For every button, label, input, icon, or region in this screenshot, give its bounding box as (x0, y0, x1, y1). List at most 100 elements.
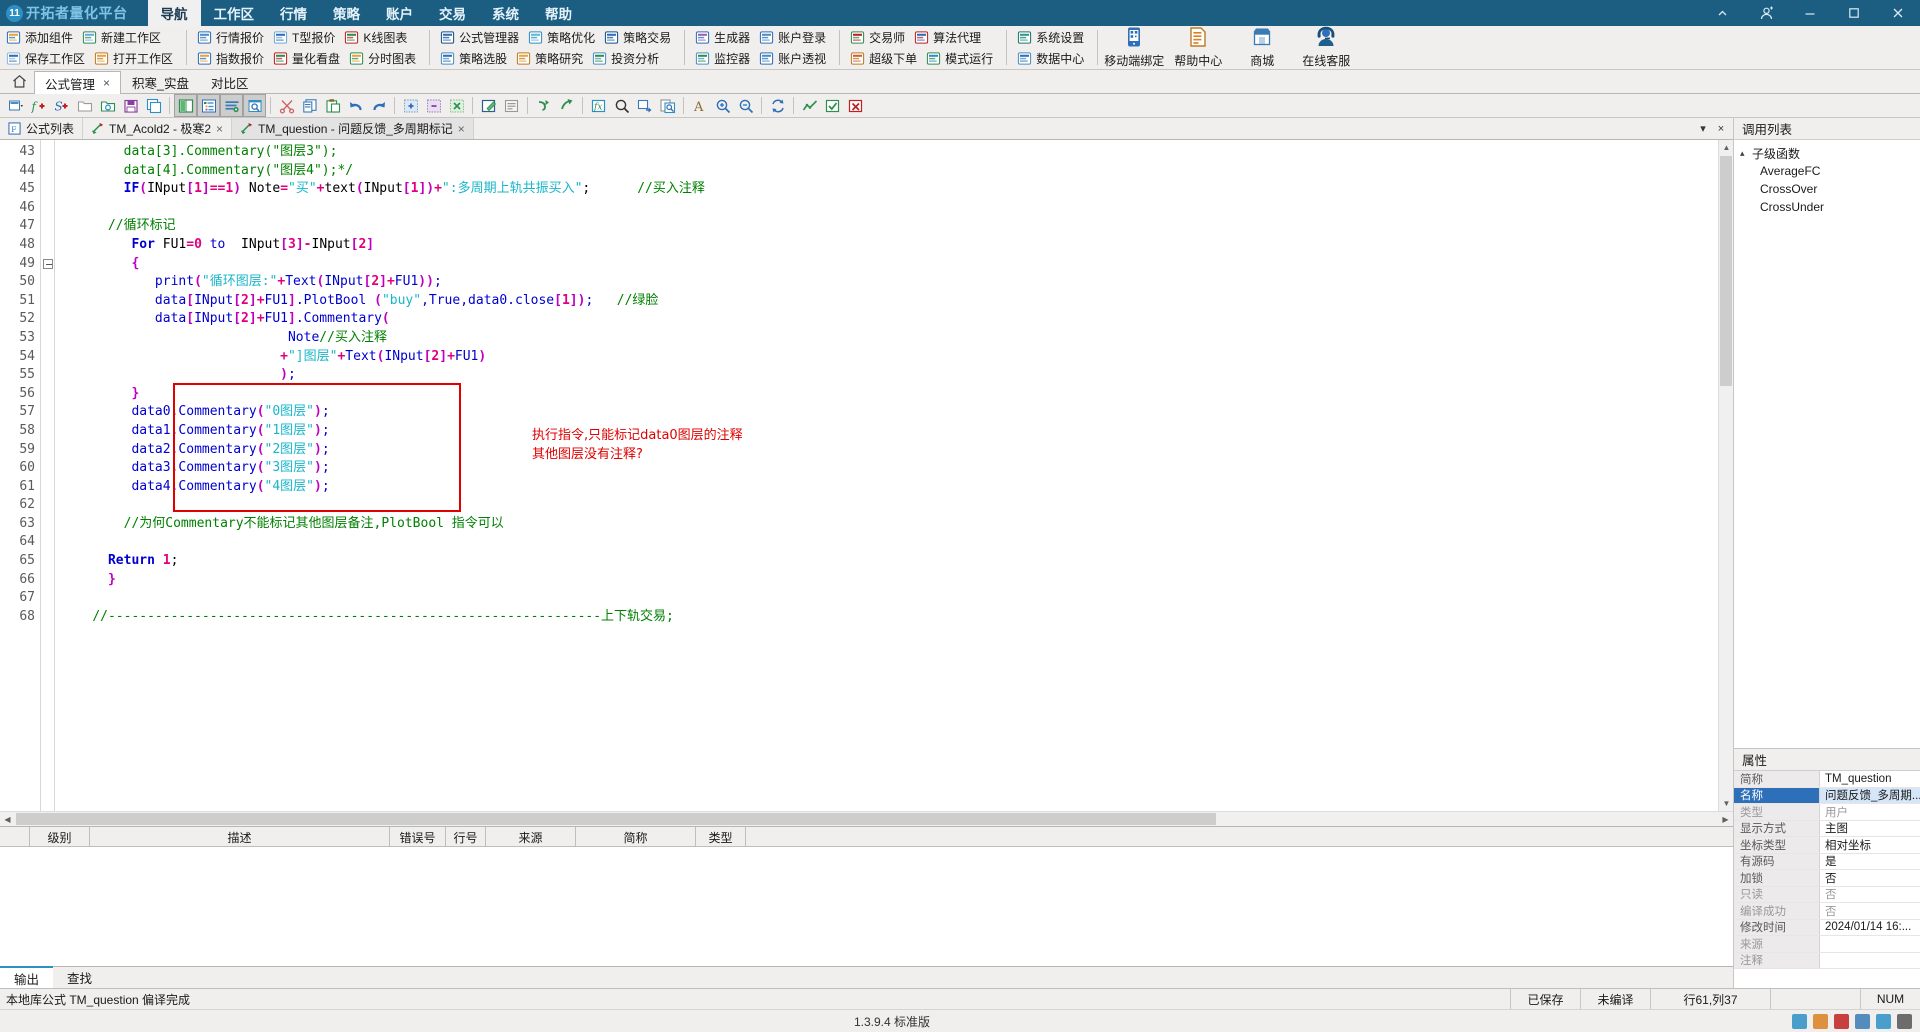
add-bookmark-button[interactable] (400, 95, 421, 116)
ribbon-button-模式运行[interactable]: 模式运行 (923, 48, 999, 68)
ribbon-button-分时图表[interactable]: 分时图表 (346, 48, 422, 68)
ribbon-button-行情报价[interactable]: 行情报价 (194, 27, 270, 47)
output-tab-1[interactable]: 查找 (53, 967, 106, 988)
ribbon-button-新建工作区[interactable]: 新建工作区 (79, 27, 167, 47)
property-row-11[interactable]: 注释 (1734, 952, 1920, 969)
find-in-files-button[interactable] (657, 95, 678, 116)
document-tab-close-icon[interactable]: × (216, 122, 223, 136)
ribbon-button-策略优化[interactable]: 策略优化 (525, 27, 601, 47)
error-column-header-4[interactable]: 行号 (446, 827, 486, 847)
ribbon-button-策略交易[interactable]: 策略交易 (601, 27, 677, 47)
property-value[interactable]: 是 (1820, 853, 1920, 869)
property-row-2[interactable]: 类型 用户 (1734, 804, 1920, 821)
ribbon-button-策略选股[interactable]: 策略选股 (437, 48, 513, 68)
tree-root-node[interactable]: ▴ 子级函数 (1734, 144, 1920, 162)
ribbon-button-策略研究[interactable]: 策略研究 (513, 48, 589, 68)
ribbon-button-T型报价[interactable]: T型报价 (270, 27, 341, 47)
font-button[interactable]: A (689, 95, 710, 116)
document-tab-1[interactable]: TM_Acold2 - 极寒2 × (83, 118, 233, 139)
scroll-thumb[interactable] (1720, 156, 1732, 386)
toggle-properties-button[interactable] (220, 94, 243, 117)
format-button[interactable] (501, 95, 522, 116)
settings-tray-icon[interactable] (1896, 1013, 1912, 1029)
code-text-area[interactable]: data[3].Commentary("图层3"); data[4].Comme… (54, 140, 1733, 811)
user-account-icon[interactable] (1744, 0, 1788, 26)
tree-leaf-0[interactable]: AverageFC (1734, 162, 1920, 180)
ribbon-button-算法代理[interactable]: 算法代理 (911, 27, 987, 47)
new-function-button[interactable]: f (28, 95, 49, 116)
property-value[interactable]: 相对坐标 (1820, 837, 1920, 853)
property-row-1[interactable]: 名称 问题反馈_多周期... (1734, 787, 1920, 804)
workspace-tab-close-icon[interactable]: × (103, 76, 110, 90)
sync-button[interactable] (767, 95, 788, 116)
minimize-icon[interactable] (1788, 0, 1832, 26)
ribbon-big-button-移动端绑定[interactable]: 移动端绑定 (1102, 27, 1166, 69)
property-value[interactable] (1820, 936, 1920, 952)
error-column-header-1[interactable]: 级别 (30, 827, 90, 847)
property-row-8[interactable]: 编译成功否 (1734, 903, 1920, 920)
chart-tray-icon[interactable] (1791, 1013, 1807, 1029)
goto-button[interactable] (634, 95, 655, 116)
toggle-preview-button[interactable] (243, 94, 266, 117)
menu-item-3[interactable]: 策略 (320, 0, 373, 26)
scroll-left-arrow-icon[interactable]: ◀ (0, 812, 15, 827)
hscroll-thumb[interactable] (16, 813, 1216, 825)
ribbon-button-监控器[interactable]: 监控器 (692, 48, 756, 68)
ribbon-button-生成器[interactable]: 生成器 (692, 27, 756, 47)
validate-button[interactable] (822, 95, 843, 116)
clear-bookmarks-button[interactable] (446, 95, 467, 116)
output-tab-0[interactable]: 输出 (0, 966, 54, 988)
ribbon-button-交易师[interactable]: 交易师 (847, 27, 911, 47)
error-column-header-5[interactable]: 来源 (486, 827, 576, 847)
ribbon-button-数据中心[interactable]: 数据中心 (1014, 48, 1090, 68)
ribbon-button-保存工作区[interactable]: 保存工作区 (3, 48, 91, 68)
menu-item-2[interactable]: 行情 (267, 0, 320, 26)
property-value[interactable]: 2024/01/14 16:... (1820, 919, 1920, 935)
ribbon-button-K线图表[interactable]: K线图表 (341, 27, 413, 47)
document-tab-close-icon[interactable]: × (458, 122, 465, 136)
new-strategy-button[interactable]: S (51, 95, 72, 116)
workspace-tab-2[interactable]: 对比区 (200, 70, 260, 93)
open-folder-button[interactable] (74, 95, 95, 116)
property-value[interactable]: 否 (1820, 870, 1920, 886)
menu-item-4[interactable]: 账户 (373, 0, 426, 26)
ribbon-button-投资分析[interactable]: 投资分析 (589, 48, 665, 68)
ribbon-big-button-帮助中心[interactable]: 帮助中心 (1166, 27, 1230, 69)
menu-item-5[interactable]: 交易 (426, 0, 479, 26)
toggle-outline-button[interactable] (197, 94, 220, 117)
chevron-up-icon[interactable] (1700, 0, 1744, 26)
delete-button[interactable] (845, 95, 866, 116)
property-row-9[interactable]: 修改时间 2024/01/14 16:... (1734, 919, 1920, 936)
zoom-in-button[interactable] (712, 95, 733, 116)
compile-button[interactable] (533, 95, 554, 116)
new-file-dropdown-button[interactable] (5, 95, 26, 116)
ribbon-button-添加组件[interactable]: 添加组件 (3, 27, 79, 47)
menu-item-6[interactable]: 系统 (479, 0, 532, 26)
toggle-explorer-button[interactable] (174, 94, 197, 117)
property-value[interactable]: 否 (1820, 903, 1920, 919)
error-column-header-2[interactable]: 描述 (90, 827, 390, 847)
maximize-icon[interactable] (1832, 0, 1876, 26)
paste-button[interactable] (322, 95, 343, 116)
property-value[interactable]: 主图 (1820, 820, 1920, 836)
open-link-button[interactable] (97, 95, 118, 116)
fold-collapse-icon[interactable] (43, 258, 53, 269)
monitor-tray-icon[interactable] (1854, 1013, 1870, 1029)
editor-horizontal-scrollbar[interactable]: ◀ ▶ (0, 811, 1733, 826)
code-editor[interactable]: 43 44 45 46 47 48 49 50 51 52 53 54 55 56 57 58 59 60 61 62… (0, 140, 1733, 811)
tree-leaf-2[interactable]: CrossUnder (1734, 198, 1920, 216)
close-icon[interactable] (1876, 0, 1920, 26)
tab-close-all-icon[interactable]: × (1713, 123, 1729, 135)
save-button[interactable] (120, 95, 141, 116)
tree-leaf-1[interactable]: CrossOver (1734, 180, 1920, 198)
error-column-header-3[interactable]: 错误号 (390, 827, 446, 847)
remove-bookmark-button[interactable] (423, 95, 444, 116)
copy-button[interactable] (299, 95, 320, 116)
edit-note-button[interactable] (478, 95, 499, 116)
ribbon-button-公式管理器[interactable]: 公式管理器 (437, 27, 525, 47)
save-all-button[interactable] (143, 95, 164, 116)
ribbon-big-button-在线客服[interactable]: 在线客服 (1294, 26, 1358, 69)
property-value[interactable] (1820, 952, 1920, 968)
scroll-down-arrow-icon[interactable]: ▼ (1719, 796, 1733, 811)
error-list-body[interactable] (0, 847, 1733, 966)
